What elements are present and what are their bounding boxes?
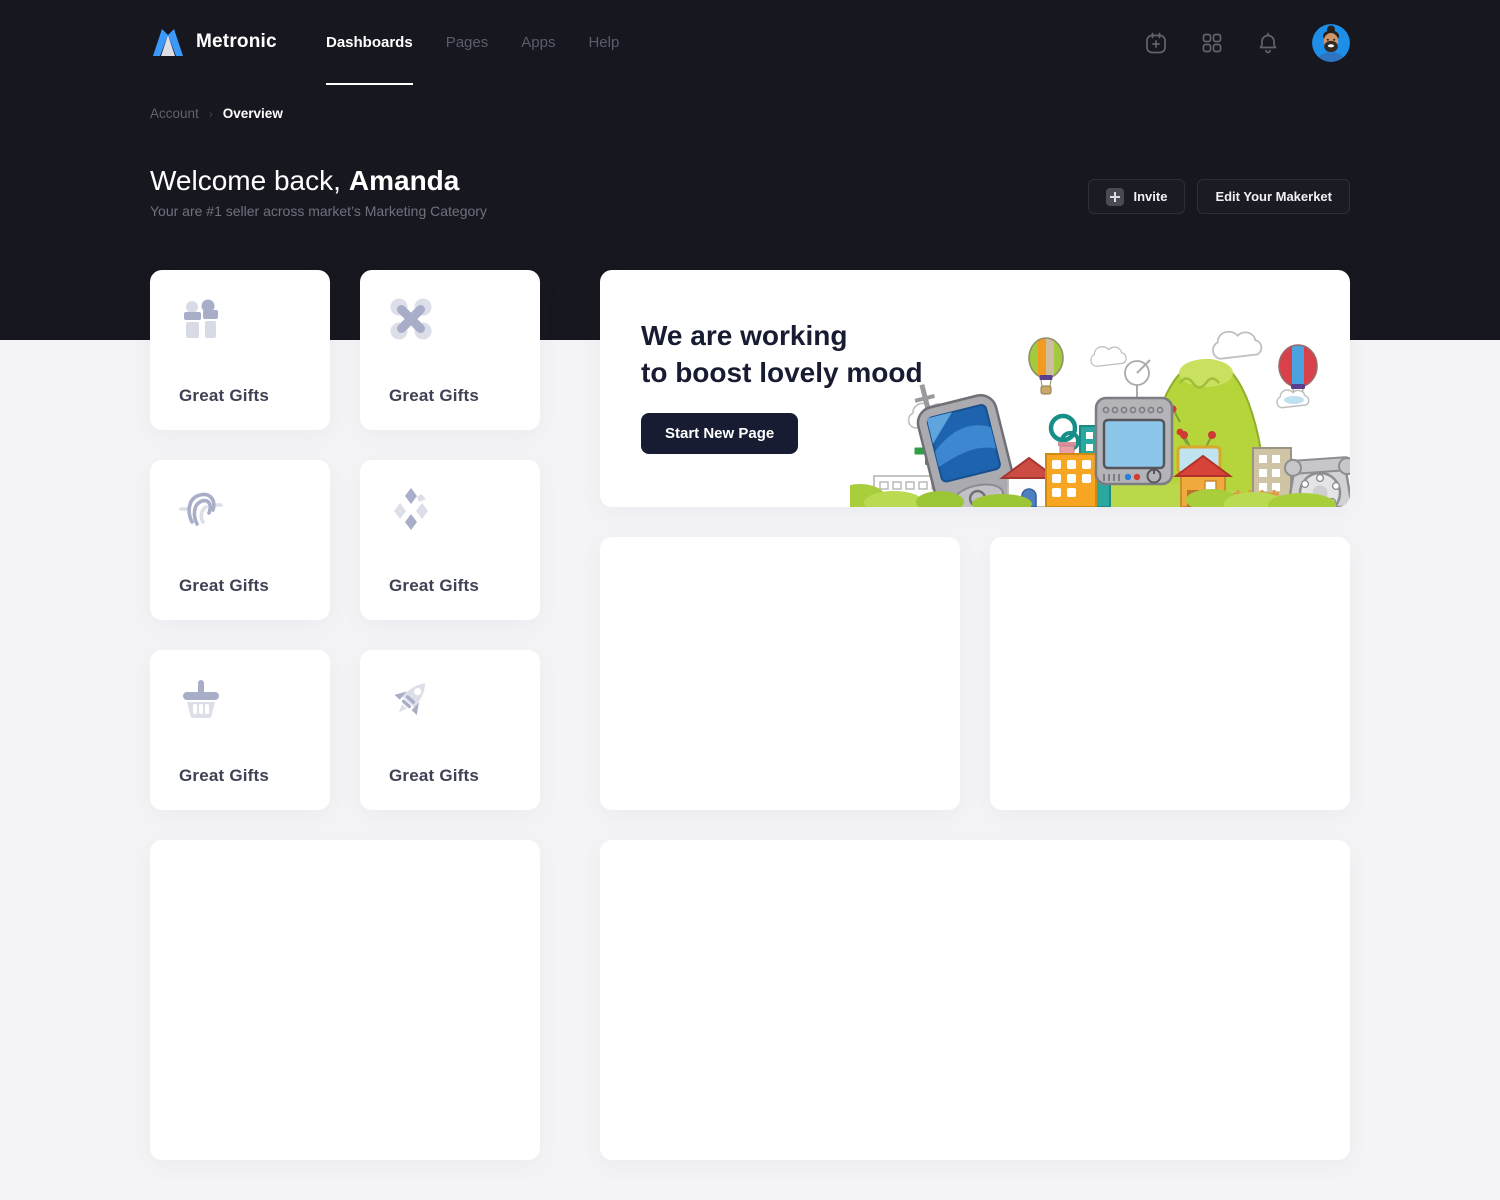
placeholder-card [600,537,960,810]
breadcrumb-item-overview: Overview [223,106,283,121]
gift-icon [178,296,224,342]
chevron-right-icon: › [209,107,213,121]
top-navbar: Metronic Dashboards Pages Apps Help [0,0,1500,85]
gift-card[interactable]: Great Gifts [150,270,330,430]
banner-illustration [850,270,1350,507]
user-name-text: Amanda [349,165,459,196]
edit-your-market-button[interactable]: Edit Your Makerket [1197,179,1350,214]
notifications-bell-icon[interactable] [1256,31,1280,55]
plus-icon [1106,188,1124,206]
placeholder-card [150,840,540,1160]
gift-card[interactable]: Great Gifts [150,650,330,810]
nav-item-pages[interactable]: Pages [446,0,489,85]
nav-item-apps[interactable]: Apps [521,0,555,85]
cross-blades-icon [388,296,434,342]
apps-grid-icon[interactable] [1200,31,1224,55]
page-title: Welcome back, Amanda [150,165,459,197]
user-avatar[interactable] [1312,24,1350,62]
hero-actions: Invite Edit Your Makerket [1088,179,1350,214]
gift-card-label: Great Gifts [179,576,269,596]
greeting-text: Welcome back, [150,165,341,196]
diamond-snowflake-icon [388,486,434,532]
hot-air-balloon-orange [1029,338,1063,394]
basket-icon [178,676,224,722]
placeholder-card [600,840,1350,1160]
breadcrumb-item-account[interactable]: Account [150,106,199,121]
gift-card-label: Great Gifts [179,386,269,406]
promo-banner-card: We are working to boost lovely mood Star… [600,270,1350,507]
gift-card-label: Great Gifts [389,386,479,406]
start-new-page-button[interactable]: Start New Page [641,413,798,454]
invite-button-label: Invite [1133,189,1167,204]
metronic-logo-icon [150,24,186,60]
calendar-add-icon[interactable] [1144,31,1168,55]
gift-card[interactable]: Great Gifts [360,650,540,810]
gift-card-label: Great Gifts [389,766,479,786]
gift-card-label: Great Gifts [179,766,269,786]
gift-card[interactable]: Great Gifts [360,460,540,620]
edit-button-label: Edit Your Makerket [1215,189,1332,204]
topbar-actions [1144,0,1350,85]
nav-item-dashboards[interactable]: Dashboards [326,0,413,85]
brand-name: Metronic [196,31,277,53]
breadcrumb: Account › Overview [150,106,283,121]
main-nav: Dashboards Pages Apps Help [326,0,619,85]
gift-card-label: Great Gifts [389,576,479,596]
page-subtitle: Your are #1 seller across market’s Marke… [150,203,487,219]
nav-item-help[interactable]: Help [588,0,619,85]
page: { "brand": { "name": "Metronic" }, "nav"… [0,0,1500,1200]
brand-logo[interactable]: Metronic [150,24,277,60]
gift-card[interactable]: Great Gifts [150,460,330,620]
gift-card[interactable]: Great Gifts [360,270,540,430]
banner-heading-line1: We are working [641,317,923,354]
invite-button[interactable]: Invite [1088,179,1185,214]
user-avatar-image [1312,24,1350,62]
banner-heading: We are working to boost lovely mood [641,317,923,391]
cartoon-tv [1096,398,1172,484]
banner-heading-line2: to boost lovely mood [641,354,923,391]
fingerprint-icon [178,486,224,532]
rocket-icon [388,676,434,722]
placeholder-card [990,537,1350,810]
